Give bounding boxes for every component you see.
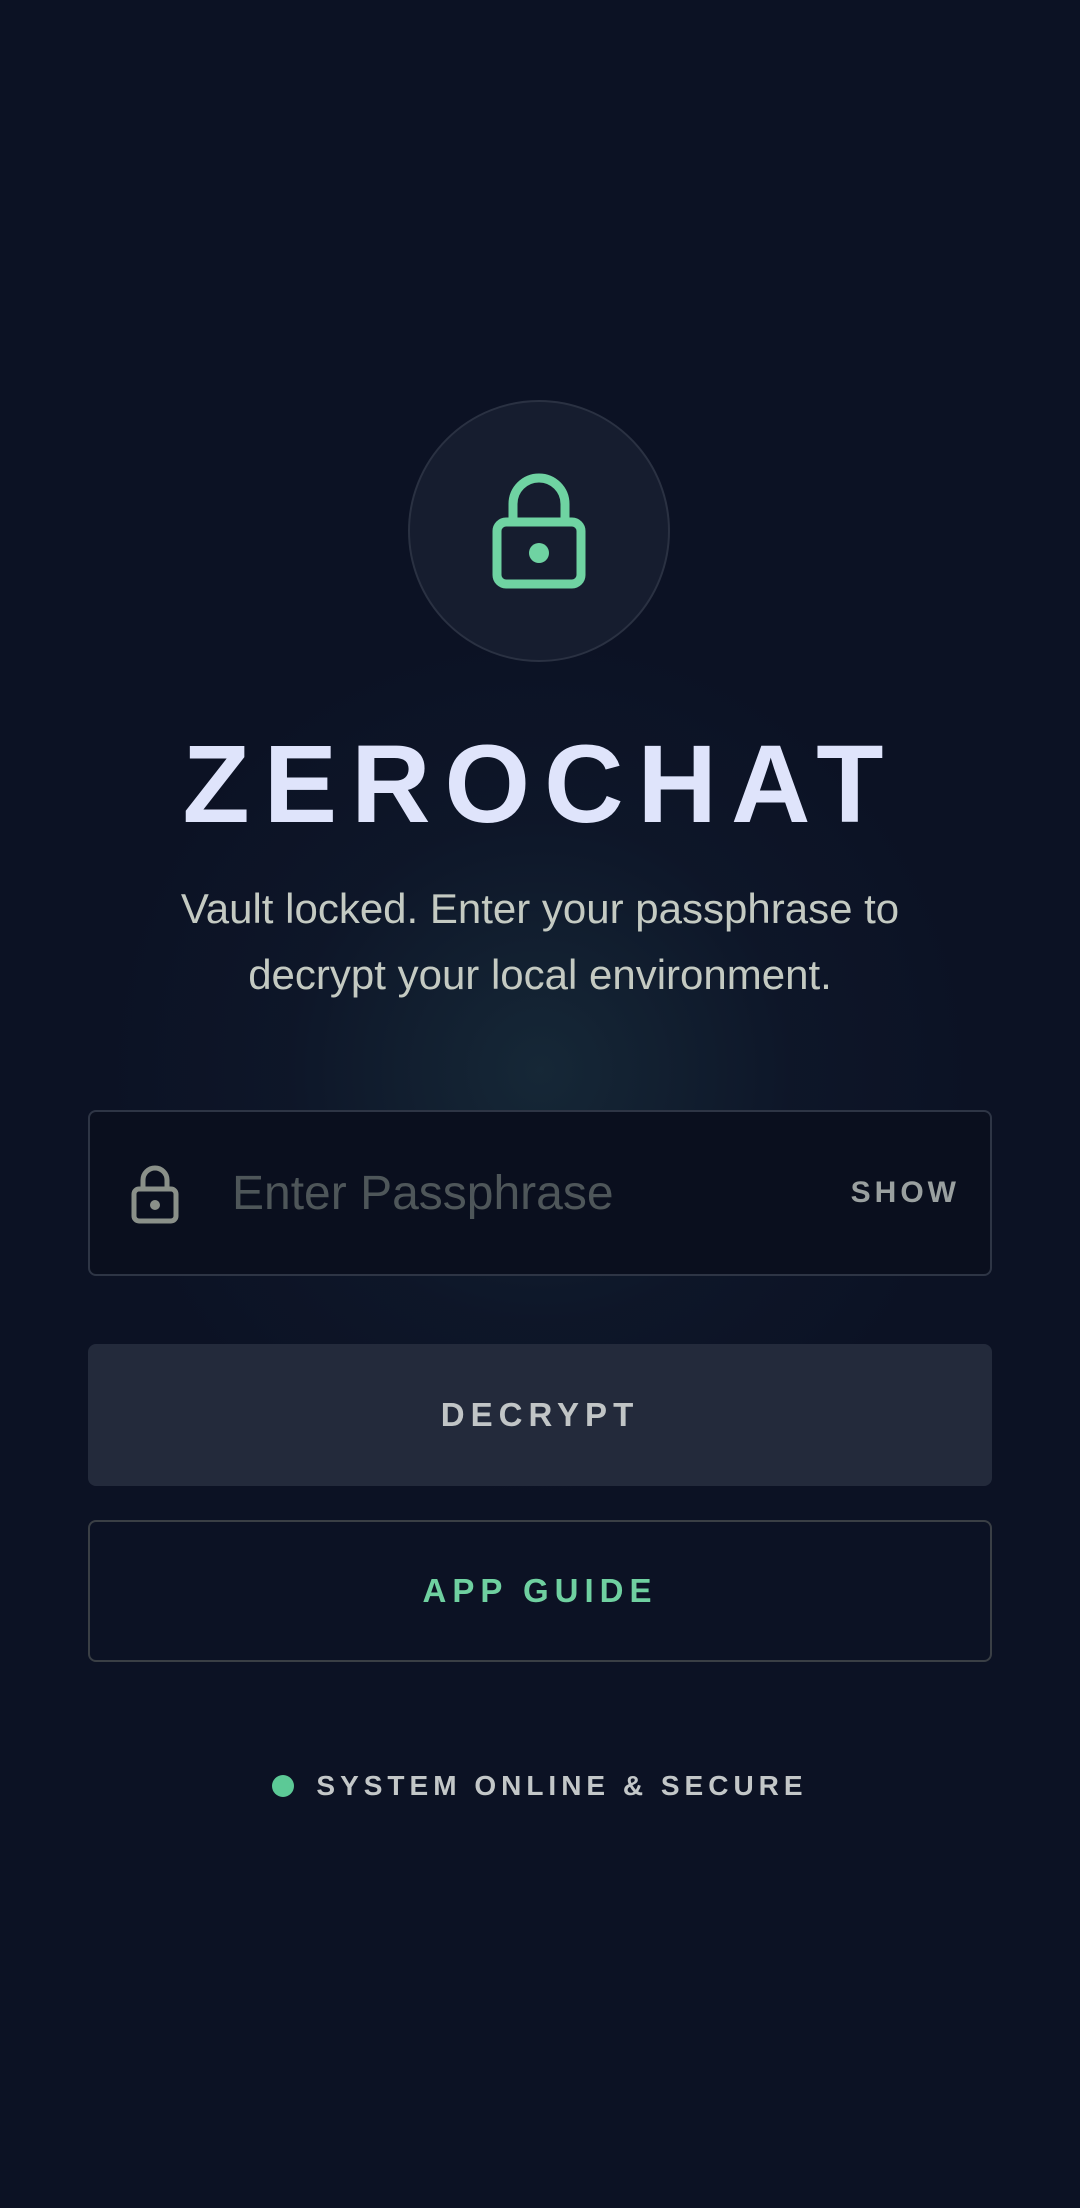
passphrase-field[interactable]: SHOW [88, 1110, 992, 1276]
lock-icon [492, 473, 586, 589]
system-status: SYSTEM ONLINE & SECURE [0, 1770, 1080, 1802]
status-text: SYSTEM ONLINE & SECURE [316, 1770, 808, 1801]
vault-status-message: Vault locked. Enter your passphrase to d… [180, 885, 900, 998]
unlock-screen: ZEROCHAT Vault locked. Enter your passph… [0, 0, 1080, 2208]
lock-badge [408, 400, 670, 662]
lock-icon [131, 1165, 179, 1224]
passphrase-input[interactable] [232, 1112, 792, 1274]
decrypt-button[interactable]: DECRYPT [88, 1344, 992, 1486]
show-passphrase-button[interactable]: SHOW [851, 1176, 960, 1210]
app-title: ZEROCHAT [182, 723, 898, 846]
app-guide-button[interactable]: APP GUIDE [88, 1520, 992, 1662]
status-indicator-dot [272, 1775, 295, 1797]
